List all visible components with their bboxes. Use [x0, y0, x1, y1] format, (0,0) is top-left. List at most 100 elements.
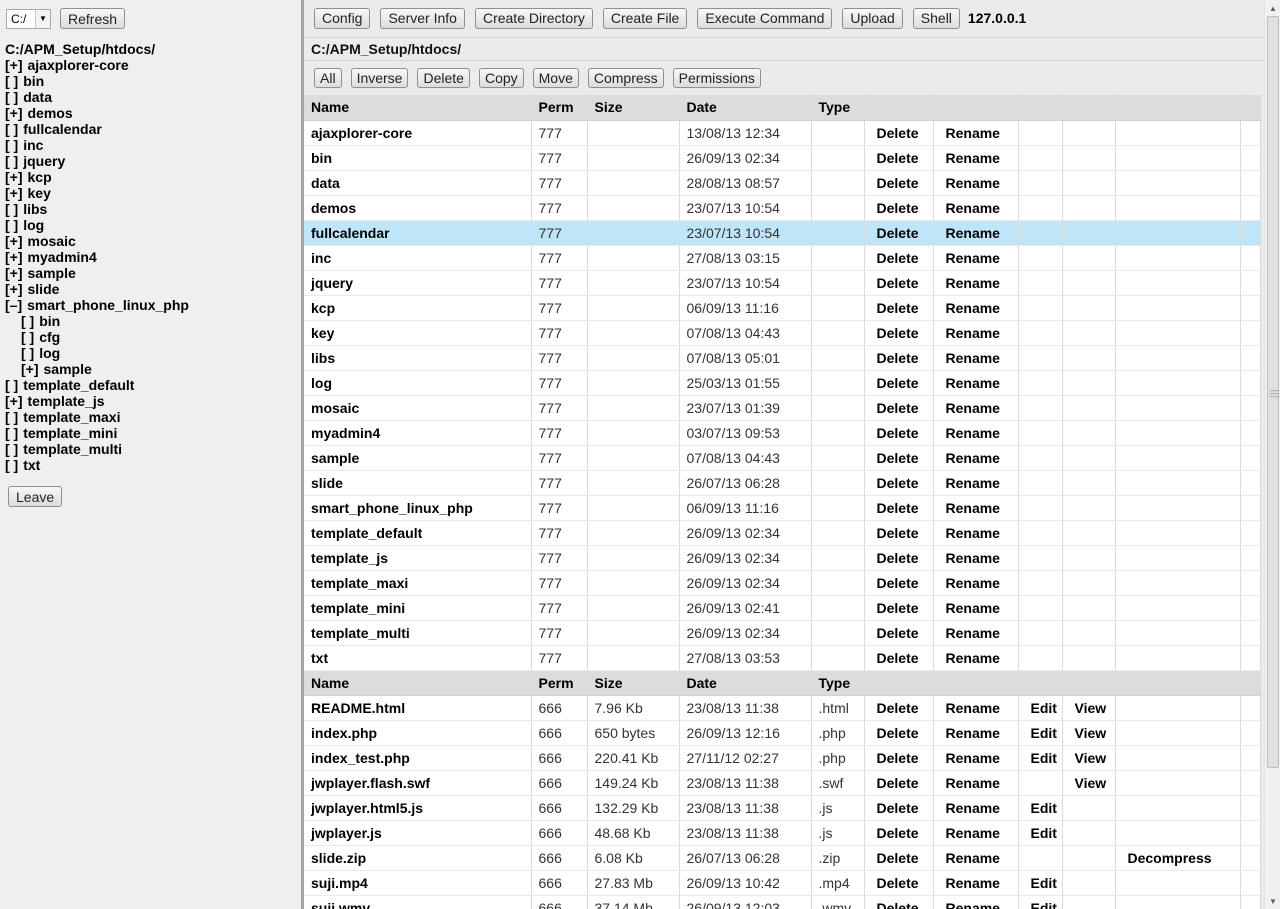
- rename-link[interactable]: Rename: [933, 470, 1019, 496]
- delete-link[interactable]: Delete: [864, 895, 934, 909]
- edit-link[interactable]: Edit: [1018, 720, 1063, 746]
- tree-toggle[interactable]: [ ]: [21, 313, 34, 329]
- directory-name[interactable]: template_multi: [304, 620, 532, 646]
- rename-link[interactable]: Rename: [933, 345, 1019, 371]
- tree-node[interactable]: [+] myadmin4: [5, 249, 189, 265]
- delete-link[interactable]: Delete: [864, 695, 934, 721]
- directory-name[interactable]: log: [304, 370, 532, 396]
- file-perm[interactable]: 666: [531, 895, 588, 909]
- delete-link[interactable]: Delete: [864, 820, 934, 846]
- server-info-button[interactable]: Server Info: [380, 7, 465, 29]
- directory-name[interactable]: bin: [304, 145, 532, 171]
- edit-link[interactable]: Edit: [1018, 820, 1063, 846]
- file-name[interactable]: index.php: [304, 720, 532, 746]
- column-header-type[interactable]: Type: [811, 670, 865, 696]
- directory-row[interactable]: txt 777 27/08/13 03:53 Delete Rename: [304, 645, 1261, 671]
- view-link[interactable]: View: [1062, 695, 1116, 721]
- rename-link[interactable]: Rename: [933, 645, 1019, 671]
- delete-link[interactable]: Delete: [864, 120, 934, 146]
- directory-perm[interactable]: 777: [531, 520, 588, 546]
- decompress-link[interactable]: Decompress: [1115, 845, 1241, 871]
- edit-link[interactable]: Edit: [1018, 795, 1063, 821]
- file-name[interactable]: slide.zip: [304, 845, 532, 871]
- delete-link[interactable]: Delete: [864, 495, 934, 521]
- tree-toggle[interactable]: [–]: [5, 297, 22, 313]
- rename-link[interactable]: Rename: [933, 820, 1019, 846]
- copy-selected-button[interactable]: Copy: [478, 68, 524, 88]
- column-header-name[interactable]: Name: [304, 95, 532, 121]
- column-header-date[interactable]: Date: [679, 670, 812, 696]
- tree-node[interactable]: [+] key: [5, 185, 189, 201]
- view-link[interactable]: View: [1062, 745, 1116, 771]
- directory-row[interactable]: template_js 777 26/09/13 02:34 Delete Rename: [304, 545, 1261, 571]
- rename-link[interactable]: Rename: [933, 245, 1019, 271]
- delete-link[interactable]: Delete: [864, 295, 934, 321]
- edit-link[interactable]: Edit: [1018, 895, 1063, 909]
- tree-toggle[interactable]: [ ]: [5, 153, 18, 169]
- tree-node-label[interactable]: template_multi: [23, 441, 122, 457]
- delete-link[interactable]: Delete: [864, 320, 934, 346]
- rename-link[interactable]: Rename: [933, 545, 1019, 571]
- directory-perm[interactable]: 777: [531, 345, 588, 371]
- directory-row[interactable]: key 777 07/08/13 04:43 Delete Rename: [304, 320, 1261, 346]
- tree-node[interactable]: [ ] bin: [5, 73, 189, 89]
- tree-toggle[interactable]: [+]: [5, 265, 23, 281]
- tree-node-label[interactable]: key: [28, 185, 51, 201]
- directory-row[interactable]: libs 777 07/08/13 05:01 Delete Rename: [304, 345, 1261, 371]
- tree-toggle[interactable]: [+]: [5, 233, 23, 249]
- tree-node[interactable]: [ ] template_multi: [5, 441, 189, 457]
- directory-name[interactable]: libs: [304, 345, 532, 371]
- directory-perm[interactable]: 777: [531, 270, 588, 296]
- directory-name[interactable]: template_maxi: [304, 570, 532, 596]
- directory-row[interactable]: template_default 777 26/09/13 02:34 Delete R…: [304, 520, 1261, 546]
- tree-node[interactable]: [+] sample: [5, 265, 189, 281]
- edit-link[interactable]: Edit: [1018, 870, 1063, 896]
- tree-toggle[interactable]: [ ]: [5, 217, 18, 233]
- view-link[interactable]: View: [1062, 770, 1116, 796]
- config-button[interactable]: Config: [314, 7, 371, 29]
- directory-row[interactable]: myadmin4 777 03/07/13 09:53 Delete Rename: [304, 420, 1261, 446]
- delete-link[interactable]: Delete: [864, 420, 934, 446]
- directory-name[interactable]: inc: [304, 245, 532, 271]
- scrollbar-thumb[interactable]: — — —: [1267, 16, 1279, 768]
- chevron-down-icon[interactable]: ▼: [35, 9, 50, 28]
- directory-perm[interactable]: 777: [531, 545, 588, 571]
- edit-link[interactable]: Edit: [1018, 695, 1063, 721]
- column-header-perm[interactable]: Perm: [531, 670, 588, 696]
- delete-link[interactable]: Delete: [864, 445, 934, 471]
- tree-node[interactable]: [–] smart_phone_linux_php: [5, 297, 189, 313]
- delete-link[interactable]: Delete: [864, 845, 934, 871]
- refresh-button[interactable]: Refresh: [60, 8, 126, 29]
- file-perm[interactable]: 666: [531, 845, 588, 871]
- tree-node-label[interactable]: template_maxi: [23, 409, 120, 425]
- file-row[interactable]: suji.mp4 666 27.83 Mb 26/09/13 10:42 .mp4 Del…: [304, 870, 1261, 896]
- column-header-size[interactable]: Size: [587, 95, 680, 121]
- tree-toggle[interactable]: [ ]: [5, 377, 18, 393]
- tree-node-label[interactable]: txt: [23, 457, 40, 473]
- edit-link[interactable]: Edit: [1018, 745, 1063, 771]
- directory-row[interactable]: jquery 777 23/07/13 10:54 Delete Rename: [304, 270, 1261, 296]
- rename-link[interactable]: Rename: [933, 620, 1019, 646]
- rename-link[interactable]: Rename: [933, 595, 1019, 621]
- rename-link[interactable]: Rename: [933, 145, 1019, 171]
- directory-perm[interactable]: 777: [531, 445, 588, 471]
- file-perm[interactable]: 666: [531, 695, 588, 721]
- directory-perm[interactable]: 777: [531, 620, 588, 646]
- file-row[interactable]: slide.zip 666 6.08 Kb 26/07/13 06:28 .zip Del…: [304, 845, 1261, 871]
- delete-link[interactable]: Delete: [864, 245, 934, 271]
- delete-link[interactable]: Delete: [864, 620, 934, 646]
- tree-toggle[interactable]: [+]: [5, 105, 23, 121]
- directory-perm[interactable]: 777: [531, 495, 588, 521]
- directory-row[interactable]: log 777 25/03/13 01:55 Delete Rename: [304, 370, 1261, 396]
- directory-name[interactable]: template_mini: [304, 595, 532, 621]
- compress-selected-button[interactable]: Compress: [587, 68, 664, 88]
- drive-select[interactable]: C:/ ▼: [6, 8, 51, 29]
- tree-toggle[interactable]: [ ]: [21, 345, 34, 361]
- permissions-selected-button[interactable]: Permissions: [672, 68, 761, 88]
- file-name[interactable]: index_test.php: [304, 745, 532, 771]
- tree-node[interactable]: [ ] jquery: [5, 153, 189, 169]
- tree-node-label[interactable]: mosaic: [28, 233, 76, 249]
- directory-row[interactable]: fullcalendar 777 23/07/13 10:54 Delete Renam…: [304, 220, 1261, 246]
- file-row[interactable]: jwplayer.flash.swf 666 149.24 Kb 23/08/13 1…: [304, 770, 1261, 796]
- tree-node-label[interactable]: kcp: [28, 169, 52, 185]
